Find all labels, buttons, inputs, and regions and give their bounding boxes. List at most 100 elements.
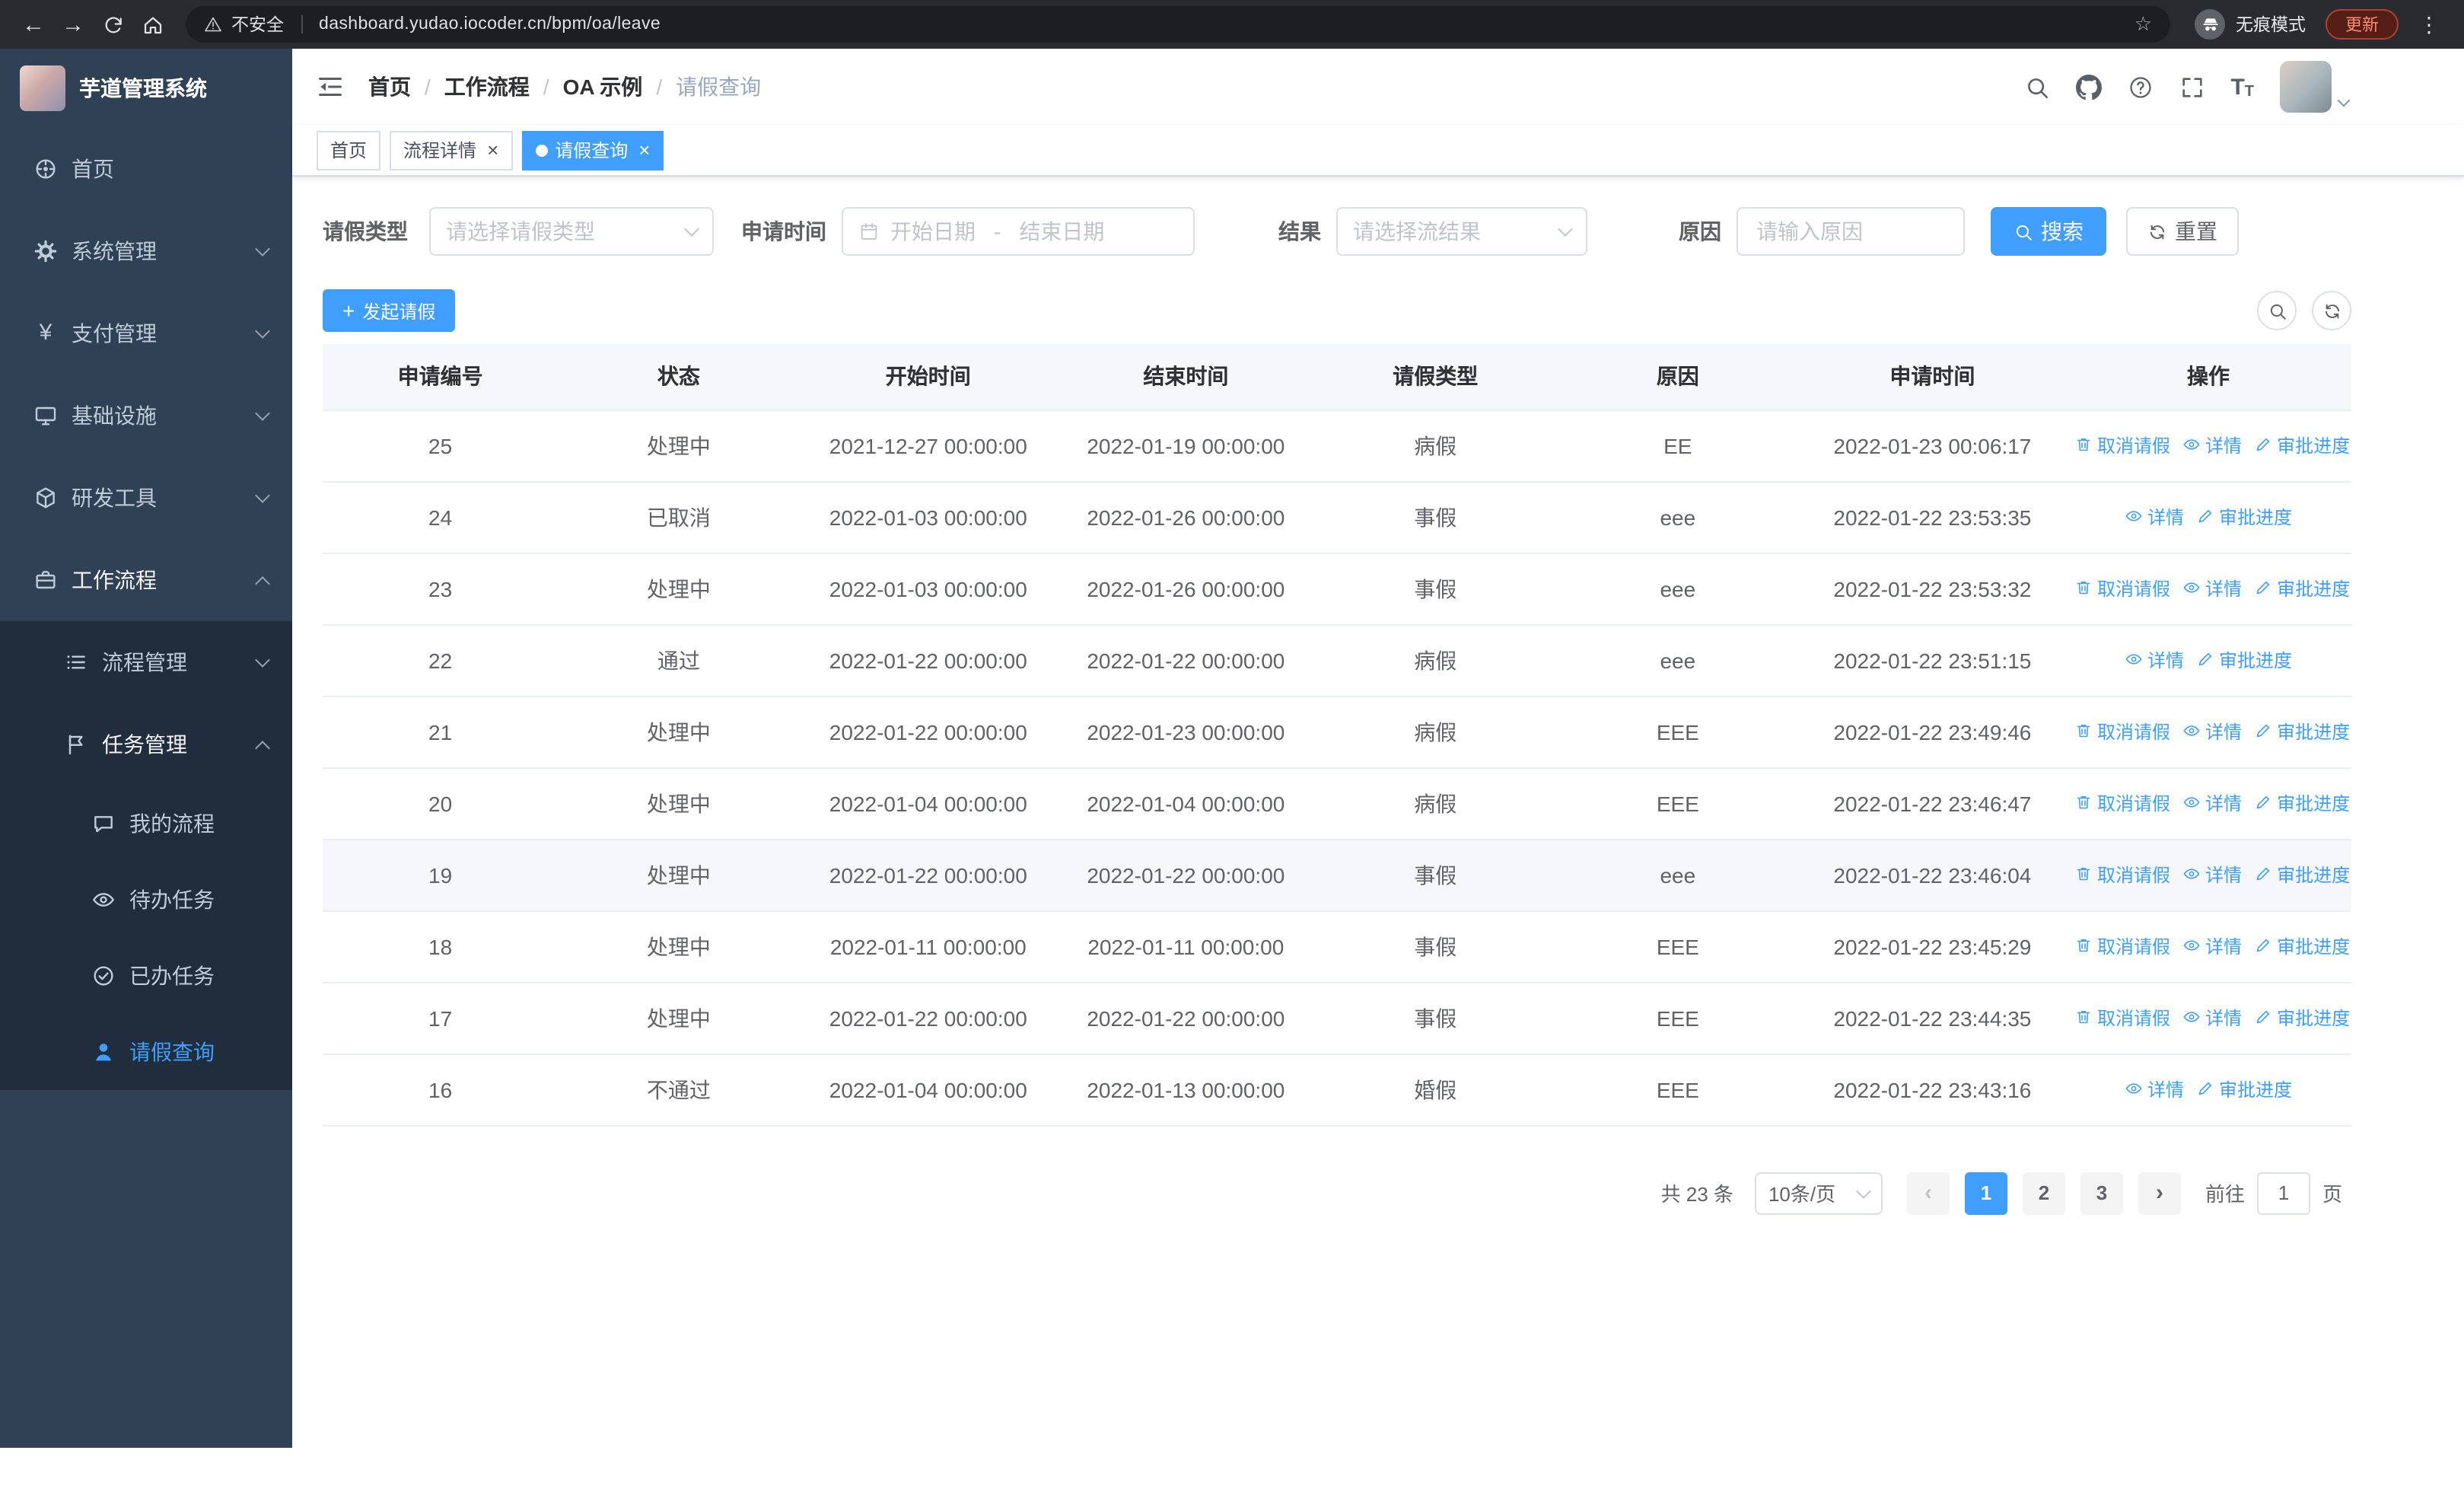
detail-action-link[interactable]: 详情 <box>2125 1076 2184 1102</box>
reload-icon[interactable] <box>94 6 131 43</box>
cell-end: 2022-01-11 00:00:00 <box>1057 910 1315 983</box>
fullscreen-icon[interactable] <box>2179 74 2205 100</box>
progress-action-link[interactable]: 审批进度 <box>2254 575 2350 601</box>
search-icon[interactable] <box>2023 74 2049 100</box>
cell-reason: eee <box>1555 553 1800 625</box>
refresh-table-button[interactable] <box>2312 291 2351 330</box>
user-menu[interactable] <box>2280 61 2351 113</box>
leave-type-select[interactable]: 请选择请假类型 <box>429 207 714 256</box>
progress-action-link[interactable]: 审批进度 <box>2254 790 2350 816</box>
progress-action-link[interactable]: 审批进度 <box>2254 933 2350 959</box>
close-icon[interactable]: × <box>638 140 650 160</box>
apply-time-label: 申请时间 <box>741 219 826 244</box>
detail-action-link[interactable]: 详情 <box>2125 647 2184 673</box>
breadcrumb-separator: / <box>656 75 663 99</box>
reset-button[interactable]: 重置 <box>2126 207 2239 256</box>
forward-icon[interactable]: → <box>55 6 91 43</box>
detail-action-link[interactable]: 详情 <box>2125 504 2184 530</box>
view-icon <box>2182 1009 2201 1027</box>
sidebar-item-done-task[interactable]: 已办任务 <box>0 938 292 1014</box>
next-page-button[interactable]: › <box>2138 1171 2181 1214</box>
back-icon[interactable]: ← <box>15 6 52 43</box>
detail-action-link[interactable]: 详情 <box>2182 862 2242 888</box>
sidebar-item-todo-task[interactable]: 待办任务 <box>0 862 292 938</box>
progress-action-link[interactable]: 审批进度 <box>2196 1076 2292 1102</box>
cell-reason: eee <box>1555 839 1800 911</box>
detail-action-link[interactable]: 详情 <box>2182 790 2242 816</box>
progress-action-link[interactable]: 审批进度 <box>2254 719 2350 744</box>
cancel-action-link[interactable]: 取消请假 <box>2074 790 2170 816</box>
update-button[interactable]: 更新 <box>2326 9 2399 40</box>
page-2-button[interactable]: 2 <box>2022 1171 2065 1214</box>
detail-action-link[interactable]: 详情 <box>2182 719 2242 744</box>
browser-menu-icon[interactable]: ⋮ <box>2409 11 2449 37</box>
page-size-select[interactable]: 10条/页 <box>1754 1171 1883 1214</box>
progress-action-link[interactable]: 审批进度 <box>2196 647 2292 673</box>
sidebar-item-workflow[interactable]: 工作流程 <box>0 539 292 621</box>
column-header: 请假类型 <box>1314 344 1556 410</box>
prev-page-button[interactable]: ‹ <box>1906 1171 1950 1214</box>
tab-home[interactable]: 首页 <box>317 130 381 170</box>
sidebar-item-leave-query[interactable]: 请假查询 <box>0 1014 292 1090</box>
incognito-label: 无痕模式 <box>2236 17 2306 35</box>
cell-start: 2022-01-11 00:00:00 <box>799 910 1058 983</box>
font-size-icon[interactable]: TT <box>2230 74 2254 100</box>
edit-icon <box>2196 1080 2214 1098</box>
detail-action-link[interactable]: 详情 <box>2182 933 2242 959</box>
sidebar-item-infrastructure[interactable]: 基础设施 <box>0 375 292 457</box>
progress-action-link[interactable]: 审批进度 <box>2254 1005 2350 1031</box>
breadcrumb-item[interactable]: 首页 <box>368 72 411 102</box>
detail-action-link[interactable]: 详情 <box>2182 432 2242 458</box>
cancel-action-link[interactable]: 取消请假 <box>2074 1005 2170 1031</box>
detail-action-link[interactable]: 详情 <box>2182 575 2242 601</box>
tab-process-detail[interactable]: 流程详情 × <box>390 130 513 170</box>
breadcrumb-separator: / <box>425 75 431 99</box>
edit-icon <box>2254 794 2272 812</box>
close-icon[interactable]: × <box>487 140 498 160</box>
sidebar-item-process-management[interactable]: 流程管理 <box>0 621 292 703</box>
bookmark-icon[interactable]: ☆ <box>2135 12 2152 37</box>
sidebar-item-payment[interactable]: ¥ 支付管理 <box>0 292 292 375</box>
progress-action-link[interactable]: 审批进度 <box>2254 862 2350 888</box>
goto-page-input[interactable] <box>2256 1171 2310 1214</box>
reason-input[interactable]: 请输入原因 <box>1737 207 1965 256</box>
apply-time-range-input[interactable]: 开始日期 - 结束日期 <box>842 207 1195 256</box>
cancel-action-link[interactable]: 取消请假 <box>2074 575 2170 601</box>
sidebar-item-task-management[interactable]: 任务管理 <box>0 703 292 786</box>
cancel-action-link[interactable]: 取消请假 <box>2074 432 2170 458</box>
github-icon[interactable] <box>2075 74 2102 100</box>
search-button[interactable]: 搜索 <box>1991 207 2106 256</box>
sidebar-menu: 首页 系统管理 ¥ 支付管理 基础设施 研发工具 工作流程 流程管理 任务管理 … <box>0 128 292 1090</box>
cell-applied: 2022-01-22 23:46:47 <box>1799 767 2065 840</box>
address-bar[interactable]: 不安全 dashboard.yudao.iocoder.cn/bpm/oa/le… <box>186 6 2170 43</box>
chevron-down-icon <box>255 652 270 668</box>
question-icon[interactable] <box>2127 74 2153 100</box>
result-select[interactable]: 请选择流结果 <box>1336 207 1587 256</box>
cancel-action-link[interactable]: 取消请假 <box>2074 862 2170 888</box>
cell-actions: 详情 审批进度 <box>2065 624 2351 696</box>
tab-leave-query[interactable]: 请假查询 × <box>521 130 664 170</box>
sidebar-item-label: 任务管理 <box>102 732 187 757</box>
hamburger-icon[interactable] <box>292 49 368 125</box>
progress-action-link[interactable]: 审批进度 <box>2196 504 2292 530</box>
breadcrumb-item[interactable]: 工作流程 <box>444 72 530 102</box>
column-header: 结束时间 <box>1057 344 1315 410</box>
cancel-action-link[interactable]: 取消请假 <box>2074 719 2170 744</box>
chevron-down-icon <box>1856 1183 1871 1198</box>
progress-action-link[interactable]: 审批进度 <box>2254 432 2350 458</box>
detail-action-link[interactable]: 详情 <box>2182 1005 2242 1031</box>
page-3-button[interactable]: 3 <box>2080 1171 2123 1214</box>
cell-status: 处理中 <box>558 839 800 911</box>
sidebar-item-home[interactable]: 首页 <box>0 128 292 210</box>
sidebar-item-my-process[interactable]: 我的流程 <box>0 786 292 862</box>
toggle-search-button[interactable] <box>2257 291 2297 330</box>
create-leave-button[interactable]: + 发起请假 <box>323 289 456 332</box>
home-icon[interactable] <box>134 6 170 43</box>
main-area: 首页 / 工作流程 / OA 示例 / 请假查询 TT 首页 流程详情 × 请假… <box>292 49 2464 1448</box>
sidebar-item-devtools[interactable]: 研发工具 <box>0 457 292 539</box>
column-header: 申请编号 <box>323 344 559 410</box>
page-1-button[interactable]: 1 <box>1964 1171 2007 1214</box>
breadcrumb-item[interactable]: OA 示例 <box>563 72 643 102</box>
sidebar-item-system[interactable]: 系统管理 <box>0 210 292 292</box>
cancel-action-link[interactable]: 取消请假 <box>2074 933 2170 959</box>
